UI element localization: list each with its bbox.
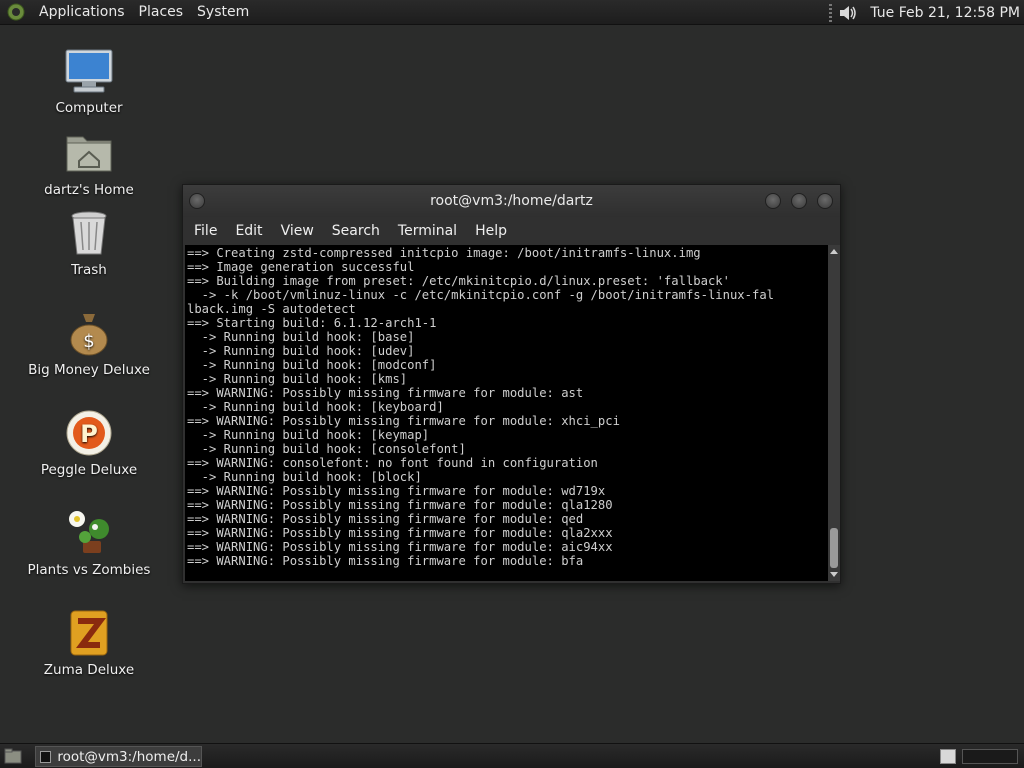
clock[interactable]: Tue Feb 21, 12:58 PM [864, 5, 1024, 21]
desktop-icon-label: dartz's Home [44, 182, 134, 198]
desktop-icon-label: Big Money Deluxe [28, 362, 150, 378]
scroll-up-arrow-icon[interactable] [830, 249, 838, 254]
bottom-panel: root@vm3:/home/d... [0, 743, 1024, 768]
trash-icon [64, 208, 114, 258]
home-folder-icon [64, 128, 114, 178]
menu-terminal[interactable]: Terminal [391, 223, 464, 239]
terminal-titlebar[interactable]: root@vm3:/home/dartz [183, 185, 840, 217]
terminal-line: ==> WARNING: Possibly missing firmware f… [187, 526, 613, 540]
computer-icon [64, 46, 114, 96]
applications-menu[interactable]: Applications [32, 0, 132, 25]
desktop-icon-computer[interactable]: Computer [24, 46, 154, 116]
terminal-line: -> -k /boot/vmlinuz-linux -c /etc/mkinit… [187, 288, 774, 302]
desktop-icon-label: Trash [71, 262, 107, 278]
desktop-icon-home[interactable]: dartz's Home [24, 128, 154, 198]
terminal-line: ==> Creating zstd-compressed initcpio im… [187, 246, 701, 260]
menu-edit[interactable]: Edit [228, 223, 269, 239]
zuma-icon [64, 608, 114, 658]
terminal-line: -> Running build hook: [keymap] [187, 428, 430, 442]
peggle-icon: P [64, 408, 114, 458]
minimize-button[interactable] [765, 193, 781, 209]
terminal-line: ==> WARNING: Possibly missing firmware f… [187, 512, 584, 526]
window-title: root@vm3:/home/dartz [430, 193, 593, 209]
terminal-line: ==> WARNING: Possibly missing firmware f… [187, 414, 620, 428]
terminal-line: lback.img -S autodetect [187, 302, 356, 316]
desktop-icon-peggle[interactable]: P Peggle Deluxe [24, 408, 154, 478]
desktop-icon-trash[interactable]: Trash [24, 208, 154, 278]
menu-file[interactable]: File [187, 223, 224, 239]
terminal-line: -> Running build hook: [modconf] [187, 358, 437, 372]
taskbar-terminal-button[interactable]: root@vm3:/home/d... [35, 746, 202, 767]
terminal-line: -> Running build hook: [block] [187, 470, 422, 484]
menu-view[interactable]: View [274, 223, 321, 239]
speaker-icon[interactable] [838, 4, 858, 22]
terminal-line: ==> WARNING: Possibly missing firmware f… [187, 554, 584, 568]
terminal-line: -> Running build hook: [kms] [187, 372, 408, 386]
terminal-line: -> Running build hook: [keyboard] [187, 400, 444, 414]
scroll-down-arrow-icon[interactable] [830, 572, 838, 577]
terminal-line: ==> Starting build: 6.1.12-arch1-1 [187, 316, 437, 330]
taskbar-label: root@vm3:/home/d... [57, 748, 201, 765]
terminal-line: ==> Building image from preset: /etc/mki… [187, 274, 730, 288]
desktop-icon-big-money[interactable]: $ Big Money Deluxe [24, 308, 154, 378]
terminal-line: ==> WARNING: Possibly missing firmware f… [187, 484, 606, 498]
panel-separator [829, 3, 833, 22]
desktop-icon-label: Plants vs Zombies [27, 562, 151, 578]
terminal-line: ==> Image generation successful [187, 260, 415, 274]
mate-logo-icon[interactable] [6, 2, 26, 22]
terminal-line: ==> WARNING: consolefont: no font found … [187, 456, 598, 470]
maximize-button[interactable] [791, 193, 807, 209]
terminal-output[interactable]: ==> Creating zstd-compressed initcpio im… [185, 245, 828, 581]
svg-text:P: P [80, 420, 98, 448]
menu-help[interactable]: Help [468, 223, 514, 239]
system-menu[interactable]: System [190, 0, 256, 25]
places-menu[interactable]: Places [132, 0, 191, 25]
terminal-icon [40, 750, 52, 763]
terminal-menubar: File Edit View Search Terminal Help [183, 217, 840, 245]
desktop-icon-zuma[interactable]: Zuma Deluxe [24, 608, 154, 678]
desktop-icon-plants[interactable]: Plants vs Zombies [24, 508, 154, 578]
desktop-icon-label: Computer [55, 100, 123, 116]
terminal-line: ==> WARNING: Possibly missing firmware f… [187, 386, 584, 400]
desktop-icon-label: Peggle Deluxe [40, 462, 138, 478]
window-menu-button[interactable] [189, 193, 205, 209]
menu-search[interactable]: Search [325, 223, 387, 239]
money-bag-icon: $ [64, 308, 114, 358]
terminal-line: -> Running build hook: [consolefont] [187, 442, 466, 456]
desktop-icon-label: Zuma Deluxe [43, 662, 135, 678]
close-button[interactable] [817, 193, 833, 209]
top-panel: Applications Places System Tue Feb 21, 1… [0, 0, 1024, 25]
show-desktop-icon[interactable] [4, 748, 22, 764]
terminal-line: ==> WARNING: Possibly missing firmware f… [187, 498, 613, 512]
plants-icon [64, 508, 114, 558]
workspace-1[interactable] [940, 749, 956, 764]
terminal-line: -> Running build hook: [udev] [187, 344, 415, 358]
terminal-scrollbar[interactable] [828, 245, 840, 581]
terminal-line: -> Running build hook: [base] [187, 330, 415, 344]
workspace-switcher[interactable] [962, 749, 1018, 764]
terminal-window[interactable]: root@vm3:/home/dartz File Edit View Sear… [182, 184, 841, 584]
scrollbar-thumb[interactable] [830, 528, 838, 568]
terminal-line: ==> WARNING: Possibly missing firmware f… [187, 540, 613, 554]
svg-text:$: $ [83, 331, 94, 352]
